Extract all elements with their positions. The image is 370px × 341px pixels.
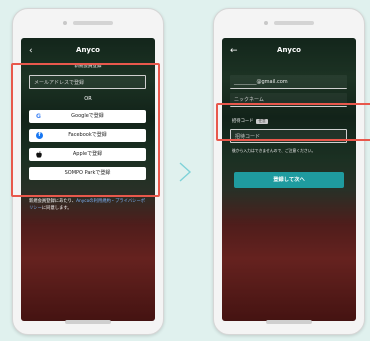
phone-mockup-profile: ← Anyco _________@gmail.com ニックネーム 招待コード… — [213, 8, 365, 335]
home-indicator — [65, 320, 111, 324]
email-display: _________@gmail.com — [230, 75, 347, 89]
home-indicator — [266, 320, 312, 324]
terms-note-tail: に同意します。 — [41, 205, 72, 211]
profile-screen: ← Anyco _________@gmail.com ニックネーム 招待コード… — [222, 38, 356, 321]
phone-speaker — [264, 21, 314, 25]
invite-code-highlight — [216, 103, 370, 141]
register-next-button[interactable]: 登録して次へ — [234, 172, 344, 188]
app-title: Anyco — [277, 46, 301, 54]
phone-speaker — [63, 21, 113, 25]
next-step-arrow-icon — [179, 162, 192, 182]
signup-options-highlight — [11, 63, 160, 197]
terms-note: 新規会員登録にあたり、Anycoの利用規約・プライバシーポリシーに同意します。 — [29, 199, 148, 212]
invite-code-note: 後から入力はできませんので、ご注意ください。 — [232, 148, 316, 153]
app-title: Anyco — [76, 46, 100, 54]
terms-note-text: 新規会員登録にあたり、 — [29, 199, 77, 204]
